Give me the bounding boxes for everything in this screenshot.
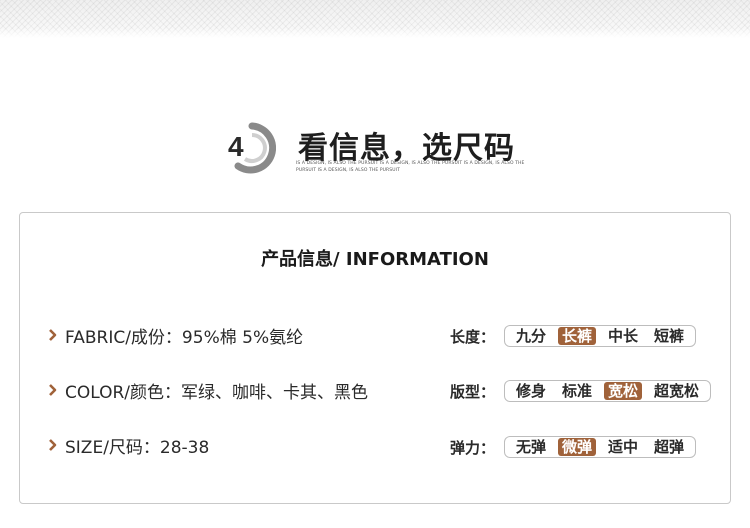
length-option: 短裤	[654, 327, 685, 345]
spec-color-text: COLOR/颜色：军绿、咖啡、卡其、黑色	[65, 382, 369, 403]
stretch-option-selected: 微弹	[558, 438, 597, 456]
spec-fabric-text: FABRIC/成份：95%棉 5%氨纶	[65, 327, 304, 348]
attr-stretch: 弹力： 无弹 微弹 适中 超弹	[450, 435, 697, 459]
spec-size: SIZE/尺码：28-38	[48, 433, 210, 458]
attr-stretch-options: 无弹 微弹 适中 超弹	[504, 436, 697, 458]
top-texture-band	[0, 0, 750, 38]
attr-length-options: 九分 长裤 中长 短裤	[504, 325, 697, 347]
fit-option: 标准	[562, 382, 593, 400]
chevron-right-icon	[49, 329, 57, 341]
svg-text:4: 4	[228, 131, 244, 162]
stretch-option: 适中	[608, 438, 639, 456]
attr-fit-options: 修身 标准 宽松 超宽松	[504, 380, 712, 402]
fit-option-selected: 宽松	[604, 382, 643, 400]
fit-option: 超宽松	[654, 382, 700, 400]
length-option: 九分	[516, 327, 547, 345]
page-subtitle: IS A DESIGN, IS ALSO THE PURSUIT IS A DE…	[296, 161, 525, 173]
attr-length: 长度： 九分 长裤 中长 短裤	[450, 324, 697, 348]
attr-fit-label: 版型：	[450, 382, 496, 401]
attr-stretch-label: 弹力：	[450, 438, 496, 457]
fit-option: 修身	[516, 382, 547, 400]
4d-logo-icon: 4	[228, 122, 276, 174]
spec-size-text: SIZE/尺码：28-38	[65, 437, 210, 458]
stretch-option: 无弹	[516, 438, 547, 456]
length-option: 中长	[608, 327, 639, 345]
spec-fabric: FABRIC/成份：95%棉 5%氨纶	[48, 323, 304, 348]
length-option-selected: 长裤	[558, 327, 597, 345]
attr-length-label: 长度：	[450, 327, 496, 346]
stretch-option: 超弹	[654, 438, 685, 456]
attr-fit: 版型： 修身 标准 宽松 超宽松	[450, 379, 712, 403]
chevron-right-icon	[49, 439, 57, 451]
product-info-panel: 产品信息/ INFORMATION FABRIC/成份：95%棉 5%氨纶 CO…	[19, 212, 731, 504]
chevron-right-icon	[49, 384, 57, 396]
panel-title: 产品信息/ INFORMATION	[261, 249, 489, 270]
spec-color: COLOR/颜色：军绿、咖啡、卡其、黑色	[48, 378, 369, 403]
